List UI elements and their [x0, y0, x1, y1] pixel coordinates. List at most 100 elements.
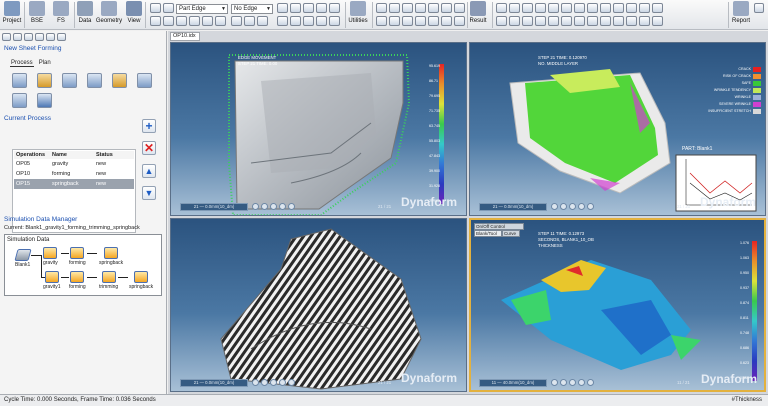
fld-icon[interactable] [509, 3, 520, 13]
play-button[interactable] [569, 379, 576, 386]
result-button[interactable]: Result [470, 1, 487, 29]
contour-icon[interactable] [496, 3, 507, 13]
geometry-button[interactable]: Geometry [96, 1, 122, 29]
front-view-icon[interactable] [277, 16, 288, 26]
transform-icon[interactable] [415, 3, 426, 13]
thickness-icon[interactable] [522, 3, 533, 13]
skid-icon[interactable] [522, 16, 533, 26]
view-button[interactable]: View [126, 1, 142, 29]
open-folder-icon[interactable] [13, 33, 22, 41]
save-icon[interactable] [24, 33, 33, 41]
crack-icon[interactable] [548, 16, 559, 26]
move-down-button[interactable]: ▼ [142, 186, 156, 200]
tab-plan[interactable]: Plan [38, 60, 52, 67]
mirror-icon[interactable] [454, 3, 465, 13]
tab-blank-tool[interactable]: Blank/Tool [474, 230, 502, 237]
history-icon[interactable] [652, 3, 663, 13]
zoom-icon[interactable] [163, 3, 174, 13]
document-tab[interactable]: OP10.idx [170, 32, 200, 41]
vector-icon[interactable] [561, 3, 572, 13]
surface-icon[interactable] [415, 16, 426, 26]
last-frame-button[interactable] [288, 379, 295, 386]
reverse-icon[interactable] [329, 16, 340, 26]
node-icon[interactable] [376, 16, 387, 26]
report-button[interactable]: Report [732, 1, 750, 29]
next-frame-button[interactable] [578, 379, 585, 386]
node-springback[interactable]: springback [99, 247, 123, 266]
cursor-icon[interactable] [290, 3, 301, 13]
first-frame-button[interactable] [252, 379, 259, 386]
wireframe-icon[interactable] [189, 16, 200, 26]
add-operation-button[interactable]: + [142, 119, 156, 133]
undo-icon[interactable] [46, 33, 55, 41]
graph-icon[interactable] [600, 3, 611, 13]
node-trimming[interactable]: trimming [99, 271, 118, 290]
prev-frame-button[interactable] [261, 203, 268, 210]
part-edge-select[interactable]: Part Edge ▼ [176, 4, 228, 14]
frame-icon[interactable] [626, 16, 637, 26]
delete-icon[interactable] [441, 16, 452, 26]
shade-icon[interactable] [176, 16, 187, 26]
view-thickness[interactable]: On/Off Control Blank/Tool Curve STEP 11 … [469, 218, 766, 392]
v3-frame-field[interactable]: 21 — 0.0mm(10_dm) [180, 379, 248, 387]
table-row[interactable]: OP05 gravity new [14, 159, 134, 169]
gravity-icon[interactable] [12, 93, 27, 108]
stress-icon[interactable] [535, 3, 546, 13]
prev-frame-button[interactable] [560, 379, 567, 386]
scale-icon[interactable] [441, 3, 452, 13]
move-icon[interactable] [428, 3, 439, 13]
trace-icon[interactable] [626, 3, 637, 13]
table-row[interactable]: OP15 springback new [14, 179, 134, 189]
pencil-icon[interactable] [303, 3, 314, 13]
wrinkle-icon[interactable] [535, 16, 546, 26]
last-frame-button[interactable] [587, 203, 594, 210]
animation-icon[interactable] [613, 3, 624, 13]
draw-die-icon[interactable] [12, 73, 27, 88]
element-icon[interactable] [389, 16, 400, 26]
springback-icon[interactable] [37, 93, 52, 108]
first-frame-button[interactable] [551, 379, 558, 386]
edge-select[interactable]: No Edge ▼ [231, 4, 273, 14]
copy-icon[interactable] [402, 3, 413, 13]
stop-icon[interactable] [652, 16, 663, 26]
tab-process[interactable]: Process [10, 60, 34, 67]
shape-icon[interactable] [600, 16, 611, 26]
new-file-icon[interactable] [2, 33, 11, 41]
side-view-icon[interactable] [303, 16, 314, 26]
prev-frame-button[interactable] [560, 203, 567, 210]
fs-button[interactable]: FS [52, 1, 70, 29]
safe-icon[interactable] [561, 16, 572, 26]
save-as-icon[interactable] [35, 33, 44, 41]
last-frame-button[interactable] [288, 203, 295, 210]
fit-icon[interactable] [163, 16, 174, 26]
edge-icon[interactable] [574, 16, 585, 26]
node-springback2[interactable]: springback [129, 271, 153, 290]
node-gravity[interactable]: gravity [43, 247, 58, 266]
v1-frame-field[interactable]: 21 — 0.0mm(10_dm) [180, 203, 248, 211]
prev-frame-button[interactable] [261, 379, 268, 386]
play-button[interactable] [270, 379, 277, 386]
normal-icon[interactable] [244, 16, 255, 26]
select-icon[interactable] [376, 3, 387, 13]
v4-frame-field[interactable]: 11 — 40.0mm(10_dm) [479, 379, 547, 387]
restrike-icon[interactable] [87, 73, 102, 88]
play-icon[interactable] [639, 16, 650, 26]
probe-icon[interactable] [574, 3, 585, 13]
v2-frame-field[interactable]: 21 — 0.0mm(10_dm) [479, 203, 547, 211]
color-icon[interactable] [257, 16, 268, 26]
pan-icon[interactable] [150, 16, 161, 26]
iso-view-icon[interactable] [316, 16, 327, 26]
mesh-icon[interactable] [231, 16, 242, 26]
compare-icon[interactable] [639, 3, 650, 13]
delete-operation-button[interactable]: ✕ [142, 141, 156, 155]
hidden-line-icon[interactable] [202, 16, 213, 26]
utilities-button[interactable]: Utilities [348, 1, 368, 29]
top-view-icon[interactable] [290, 16, 301, 26]
light-icon[interactable] [215, 16, 226, 26]
play-button[interactable] [270, 203, 277, 210]
measure-icon[interactable] [277, 3, 288, 13]
rotate-icon[interactable] [150, 3, 161, 13]
cut-icon[interactable] [389, 3, 400, 13]
redo-icon[interactable] [57, 33, 66, 41]
view-formability[interactable]: STEP 21 TIME: 0.120970 NO. MIDDLE LAYER … [469, 42, 766, 216]
